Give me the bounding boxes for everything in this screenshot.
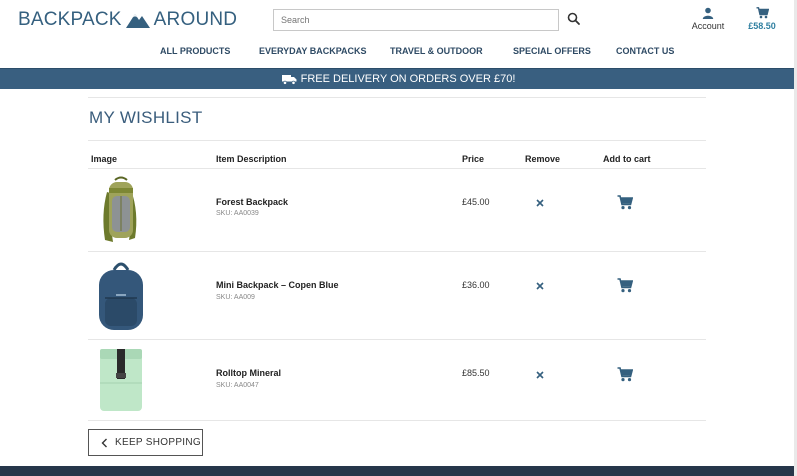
product-sku: SKU: AA009: [216, 294, 255, 301]
divider: [88, 140, 706, 141]
nav-item-travel-outdoor[interactable]: TRAVEL & OUTDOOR: [390, 46, 483, 56]
divider: [88, 168, 706, 169]
product-name[interactable]: Mini Backpack – Copen Blue: [216, 280, 339, 290]
nav-item-everyday-backpacks[interactable]: EVERYDAY BACKPACKS: [259, 46, 367, 56]
column-header-description: Item Description: [216, 154, 287, 164]
product-image-mini-backpack[interactable]: [96, 260, 146, 330]
product-sku: SKU: AA0047: [216, 382, 259, 389]
product-sku: SKU: AA0039: [216, 210, 259, 217]
account-link[interactable]: Account: [690, 7, 726, 31]
site-footer: [0, 466, 797, 476]
search-icon[interactable]: [567, 12, 581, 26]
nav-item-contact-us[interactable]: CONTACT US: [616, 46, 674, 56]
product-price: £45.00: [462, 197, 490, 207]
product-image-rolltop-mineral[interactable]: [96, 347, 146, 415]
product-price: £85.50: [462, 368, 490, 378]
divider: [88, 251, 706, 252]
user-icon: [690, 7, 726, 21]
delivery-truck-icon: [281, 74, 297, 85]
remove-icon[interactable]: [534, 196, 546, 208]
shopping-cart-icon: [745, 7, 779, 21]
product-price: £36.00: [462, 280, 490, 290]
cart-link[interactable]: £58.50: [745, 7, 779, 31]
banner-text: FREE DELIVERY ON ORDERS OVER £70!: [300, 73, 516, 85]
column-header-remove: Remove: [525, 154, 561, 164]
site-header: BACKPACK AROUND Account: [0, 0, 797, 68]
delivery-banner: FREE DELIVERY ON ORDERS OVER £70!: [0, 68, 797, 89]
main-nav: ALL PRODUCTS EVERYDAY BACKPACKS TRAVEL &…: [0, 46, 797, 60]
chevron-left-icon: [101, 438, 107, 447]
add-to-cart-icon[interactable]: [617, 367, 634, 382]
column-header-price: Price: [462, 154, 485, 164]
column-header-image: Image: [91, 154, 118, 164]
column-header-add-to-cart: Add to cart: [603, 154, 651, 164]
mountain-icon: [125, 12, 150, 28]
keep-shopping-label: KEEP SHOPPING: [115, 437, 201, 448]
account-label: Account: [691, 21, 725, 31]
brand-name-left: BACKPACK: [18, 9, 122, 30]
product-name[interactable]: Rolltop Mineral: [216, 368, 281, 378]
search-input[interactable]: [274, 10, 558, 30]
search-box: [273, 9, 559, 31]
divider: [88, 420, 706, 421]
remove-icon[interactable]: [534, 368, 546, 380]
brand-name-right: AROUND: [153, 9, 238, 30]
add-to-cart-icon[interactable]: [617, 195, 634, 210]
divider: [88, 97, 706, 98]
page-title: MY WISHLIST: [89, 108, 203, 127]
brand-logo[interactable]: BACKPACK AROUND: [18, 9, 237, 31]
nav-item-all-products[interactable]: ALL PRODUCTS: [160, 46, 230, 56]
add-to-cart-icon[interactable]: [617, 278, 634, 293]
product-name[interactable]: Forest Backpack: [216, 197, 288, 207]
remove-icon[interactable]: [534, 279, 546, 291]
keep-shopping-button[interactable]: KEEP SHOPPING: [88, 429, 203, 456]
divider: [88, 339, 706, 340]
nav-item-special-offers[interactable]: SPECIAL OFFERS: [513, 46, 591, 56]
cart-total: £58.50: [748, 21, 776, 31]
product-image-forest-backpack[interactable]: [95, 176, 145, 244]
